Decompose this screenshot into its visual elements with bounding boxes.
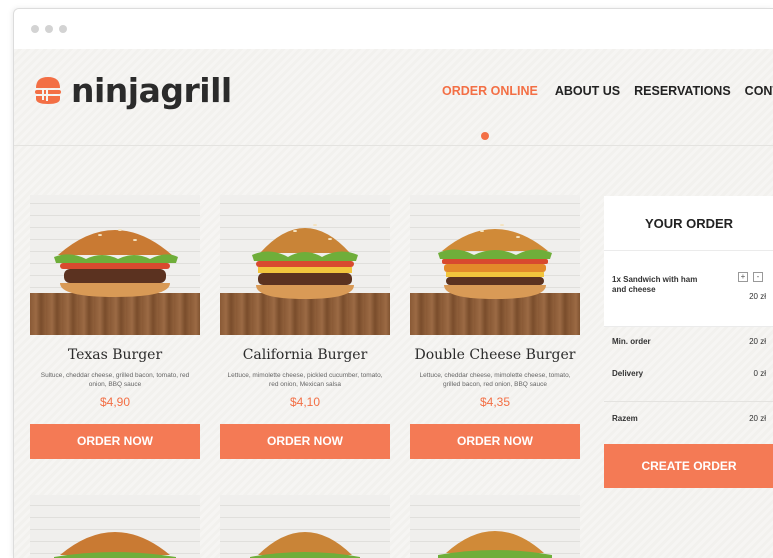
min-order-row: Min. order 20 zł [604, 327, 773, 359]
decrease-quantity-button[interactable]: - [753, 272, 763, 282]
logo[interactable]: ninjagrill [33, 71, 232, 111]
product-price: $4,10 [289, 395, 321, 409]
nav-reservations[interactable]: RESERVATIONS [634, 84, 731, 98]
product-card: Double Cheese Burger Lettuce, cheddar ch… [410, 195, 580, 459]
product-image[interactable] [410, 195, 580, 335]
burger-icon [438, 224, 552, 299]
create-order-button[interactable]: CREATE ORDER [604, 444, 773, 488]
brand-name: ninjagrill [71, 71, 232, 110]
window-maximize-dot[interactable] [59, 25, 67, 33]
burger-icon [438, 531, 552, 558]
product-description: Lettuce, cheddar cheese, mimolette chees… [419, 372, 571, 388]
burger-icon [54, 229, 178, 297]
main-nav: ORDER ONLINE ABOUT US RESERVATIONS CONTA… [442, 84, 773, 98]
order-item-price: 20 zł [749, 292, 766, 301]
min-order-value: 20 zł [749, 337, 766, 346]
delivery-row: Delivery 0 zł [604, 359, 773, 391]
order-panel: YOUR ORDER 1x Sandwich with ham and chee… [604, 196, 773, 488]
increase-quantity-button[interactable]: + [738, 272, 748, 282]
website: ninjagrill ORDER ONLINE ABOUT US RESERVA… [14, 49, 773, 558]
product-price: $4,90 [99, 395, 131, 409]
product-price: $4,35 [479, 395, 511, 409]
burger-icon [252, 224, 358, 299]
delivery-label: Delivery [612, 369, 644, 378]
order-now-button[interactable]: ORDER NOW [410, 424, 580, 459]
order-item: 1x Sandwich with ham and cheese + - 20 z… [604, 251, 773, 327]
nav-about-us[interactable]: ABOUT US [555, 84, 620, 98]
product-card: Texas Burger Sultuce, cheddar cheese, gr… [30, 195, 200, 459]
total-row: Razem 20 zł [604, 404, 773, 436]
product-image[interactable] [30, 495, 200, 558]
nav-contact[interactable]: CONTACT [745, 84, 773, 98]
product-title: Double Cheese Burger [414, 347, 576, 363]
total-value: 20 zł [749, 414, 766, 423]
active-nav-indicator [481, 132, 489, 140]
product-title: California Burger [242, 347, 368, 363]
order-divider [604, 401, 773, 402]
delivery-value: 0 zł [753, 369, 766, 378]
header-divider [14, 145, 773, 146]
product-image[interactable] [220, 195, 390, 335]
product-image[interactable] [30, 195, 200, 335]
order-now-button[interactable]: ORDER NOW [220, 424, 390, 459]
product-description: Lettuce, mimolette cheese, pickled cucum… [227, 372, 383, 388]
burger-icon [250, 532, 360, 558]
burger-icon [54, 532, 176, 558]
order-item-name: 1x Sandwich with ham and cheese [612, 275, 698, 294]
product-card: California Burger Lettuce, mimolette che… [220, 195, 390, 459]
burger-logo-icon [33, 71, 63, 111]
nav-order-online[interactable]: ORDER ONLINE [442, 84, 538, 98]
window-close-dot[interactable] [31, 25, 39, 33]
window-minimize-dot[interactable] [45, 25, 53, 33]
window-titlebar [14, 9, 773, 49]
product-title: Texas Burger [67, 347, 163, 363]
order-panel-title: YOUR ORDER [604, 196, 773, 251]
min-order-label: Min. order [612, 337, 651, 346]
product-image[interactable] [220, 495, 390, 558]
order-now-button[interactable]: ORDER NOW [30, 424, 200, 459]
browser-window: ninjagrill ORDER ONLINE ABOUT US RESERVA… [13, 8, 773, 558]
product-image[interactable] [410, 495, 580, 558]
total-label: Razem [612, 414, 638, 423]
product-description: Sultuce, cheddar cheese, grilled bacon, … [40, 372, 190, 388]
